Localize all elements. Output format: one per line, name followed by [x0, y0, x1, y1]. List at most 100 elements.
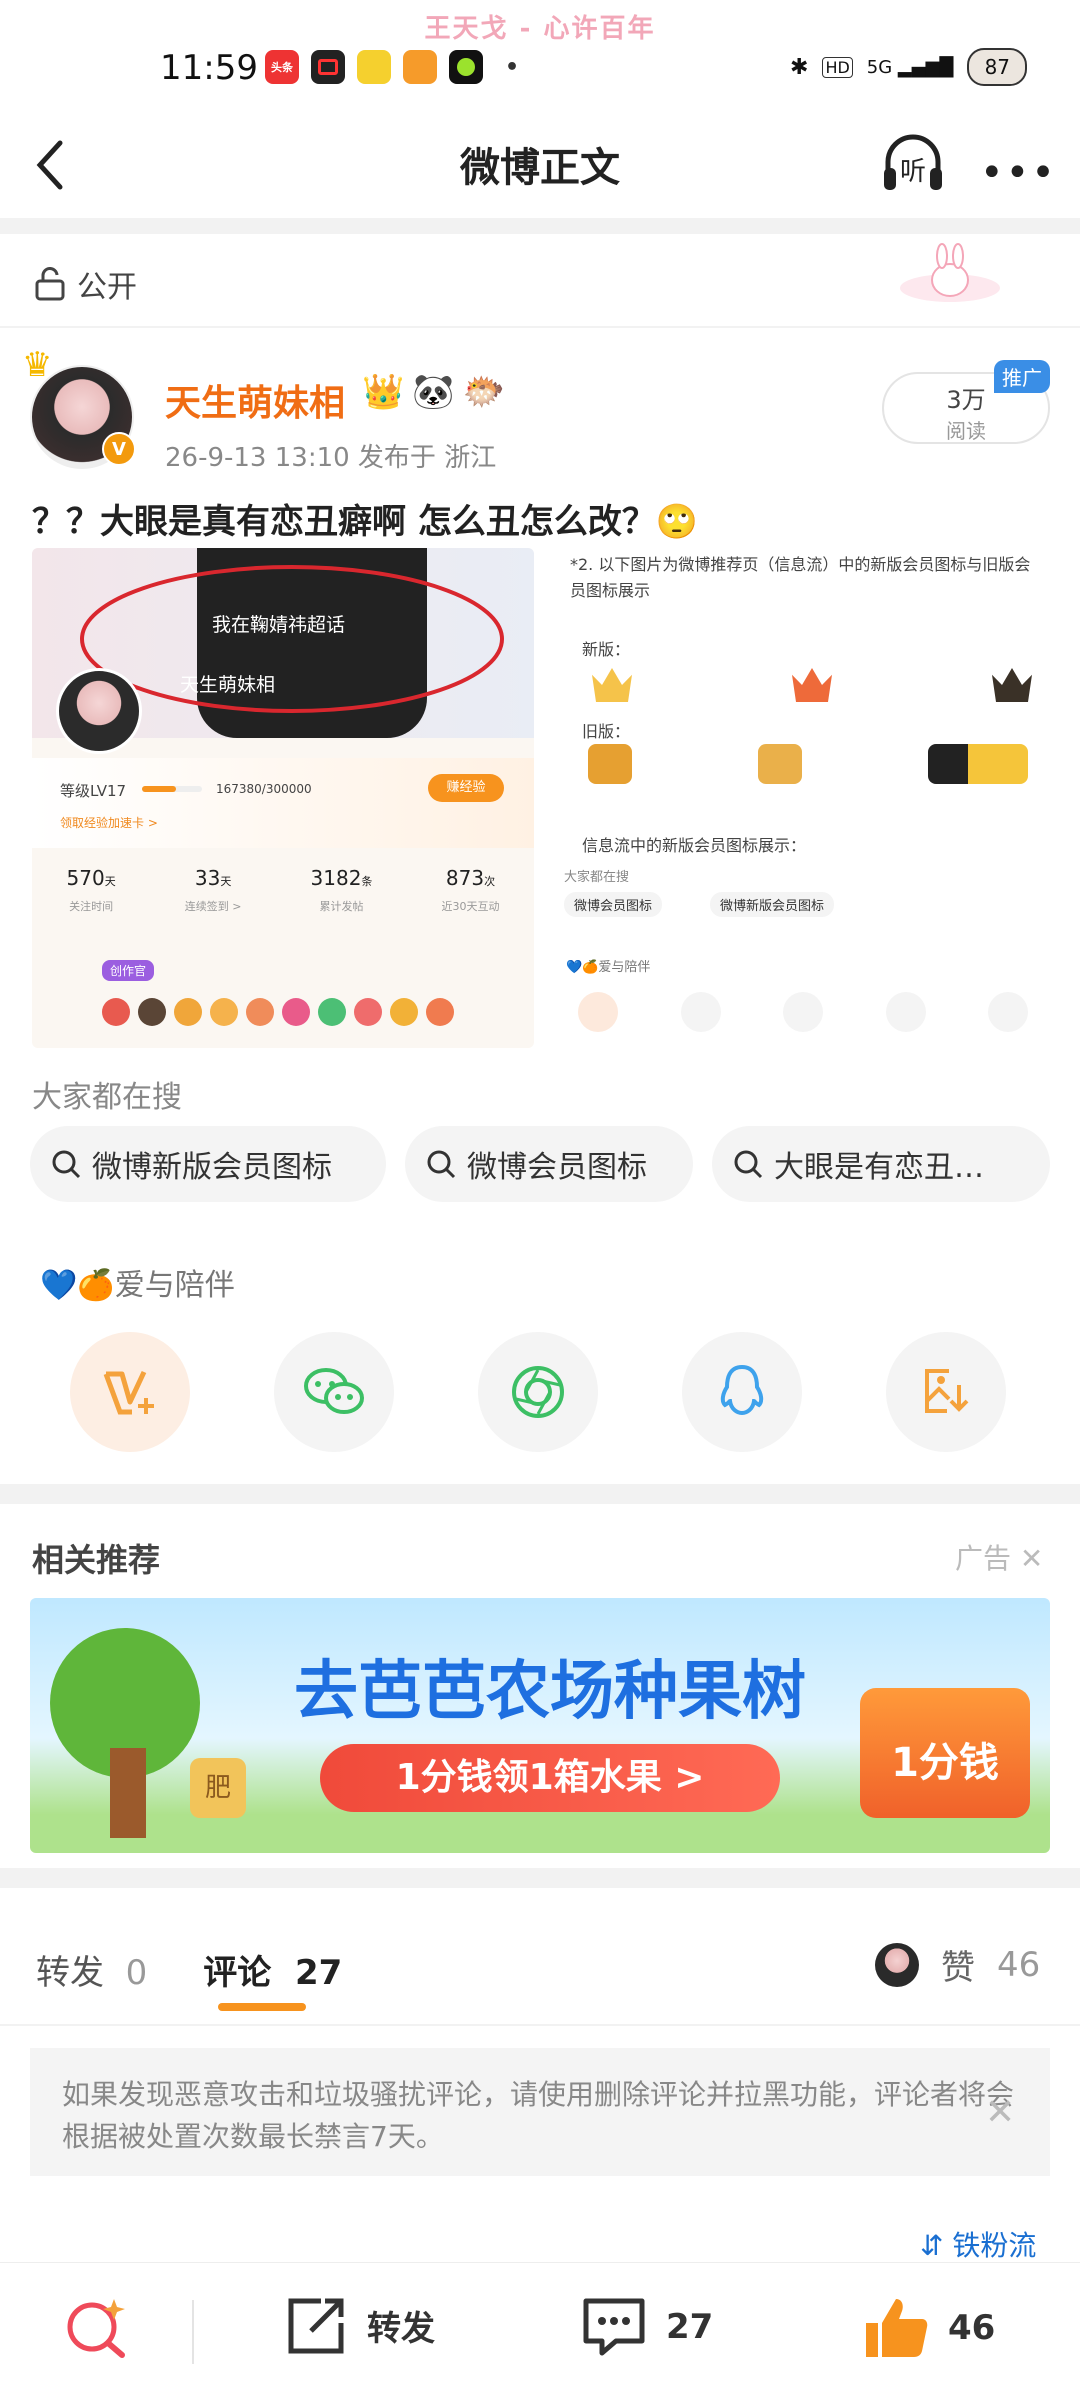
hd-icon: HD	[822, 56, 853, 78]
fertilizer-pot: 肥	[190, 1758, 246, 1818]
feedback-tabs: 转发 0 评论 27	[36, 1945, 342, 1994]
banner-title: 去芭芭农场种果树	[294, 1655, 806, 1729]
img2-search-label: 大家都在搜	[564, 870, 630, 885]
shop-app-icon	[403, 50, 437, 84]
video-app-icon	[311, 50, 345, 84]
battery-icon: 87	[967, 48, 1028, 86]
img2-note: *2. 以下图片为微博推荐页（信息流）中的新版会员图标与旧版会员图标展示	[570, 555, 1031, 600]
visibility-row: 公开	[35, 262, 137, 306]
more-notifications-icon: •	[504, 54, 520, 80]
new-badges	[592, 668, 1032, 702]
listen-label: 听	[900, 157, 926, 187]
img1-avatar	[56, 668, 142, 754]
vip-share-button[interactable]	[70, 1332, 190, 1452]
ring-text: 我在鞠婧祎超话	[212, 614, 346, 636]
exp-text: 167380/300000	[216, 782, 312, 796]
panda-icon: 🐼	[412, 372, 455, 412]
active-tab-indicator	[218, 2003, 306, 2011]
liker-avatar	[875, 1942, 919, 1987]
fish-icon: 🐡	[462, 372, 506, 412]
lock-open-icon	[35, 267, 65, 301]
comment-action[interactable]: 27	[580, 2295, 713, 2359]
section-divider	[0, 1484, 1080, 1504]
wechat-icon	[304, 1368, 364, 1414]
close-icon[interactable]: ✕	[985, 2092, 1015, 2133]
verified-icon: V	[102, 432, 136, 466]
hot-search-chip-3[interactable]: 大眼是有恋丑…	[712, 1126, 1050, 1202]
hot-search-chip-2[interactable]: 微博会员图标	[405, 1126, 693, 1202]
fans-flow-button[interactable]: ⇵ 铁粉流	[920, 2224, 1036, 2264]
share-icon	[288, 2298, 344, 2354]
search-icon	[427, 1150, 456, 1179]
ad-banner[interactable]: 肥 去芭芭农场种果树 1分钱领1箱水果 > 1分钱	[30, 1598, 1050, 1853]
toutiao-icon: 头条	[265, 50, 299, 84]
sort-icon: ⇵	[920, 2229, 944, 2262]
thin-divider	[0, 2024, 1080, 2026]
bluetooth-icon: ✱	[790, 54, 809, 80]
bunny-decoration-icon	[900, 243, 1000, 302]
watermark: 王天戈 - 心许百年	[424, 14, 656, 44]
author-badges: 👑 🐼 🐡	[362, 372, 505, 412]
recommend-title: 相关推荐	[32, 1541, 161, 1579]
status-time: 11:59	[160, 48, 258, 88]
creator-tag: 创作官	[102, 960, 155, 981]
more-button[interactable]: •••	[980, 150, 1057, 196]
save-image-icon	[925, 1369, 969, 1413]
promo-badge[interactable]: 推广	[994, 360, 1050, 393]
thin-divider	[0, 326, 1080, 328]
tab-comments[interactable]: 评论 27	[203, 1945, 342, 1994]
search-icon	[734, 1150, 763, 1179]
listen-icon[interactable]: 听	[878, 128, 948, 198]
search-action[interactable]	[62, 2295, 132, 2359]
post-text: ？？大眼是真有恋丑癖啊 怎么丑怎么改？🙄	[32, 502, 699, 542]
status-right: ✱ HD 5G ▂▄▆█ 87	[790, 48, 1028, 86]
img2-chip-2: 微博新版会员图标	[710, 892, 835, 917]
exp-link: 领取经验加速卡 >	[60, 816, 158, 830]
comment-icon	[583, 2298, 645, 2356]
like-action[interactable]: 46	[862, 2295, 995, 2361]
crown-icon: ♛	[22, 345, 53, 385]
close-icon[interactable]: ✕	[1020, 1542, 1043, 1575]
hot-search-chip-1[interactable]: 微博新版会员图标	[30, 1126, 386, 1202]
search-icon	[52, 1150, 81, 1179]
moments-icon	[512, 1366, 564, 1418]
love-label: 💙🍊爱与陪伴	[40, 1268, 235, 1303]
name-tag: 天生萌妹相	[180, 674, 276, 696]
qq-button[interactable]	[682, 1332, 802, 1452]
img2-love: 💙🍊爱与陪伴	[566, 960, 651, 975]
feed-label: 信息流中的新版会员图标展示：	[582, 836, 807, 855]
author-name[interactable]: 天生萌妹相	[165, 374, 345, 426]
post-image-2[interactable]: *2. 以下图片为微博推荐页（信息流）中的新版会员图标与旧版会员图标展示 新版：…	[552, 548, 1052, 1048]
signal-icon: 5G ▂▄▆█	[866, 56, 954, 78]
medal-row	[102, 998, 454, 1026]
ai-search-icon	[67, 2299, 125, 2358]
hot-search-title: 大家都在搜	[32, 1080, 182, 1115]
old-label: 旧版：	[582, 722, 631, 741]
post-image-1[interactable]: 我在鞠婧祎超话 天生萌妹相 等级LV17 167380/300000 赚经验 领…	[32, 548, 534, 1048]
new-label: 新版：	[582, 640, 631, 659]
vip-share-icon	[103, 1370, 154, 1415]
tab-repost[interactable]: 转发 0	[36, 1945, 147, 1994]
moments-button[interactable]	[478, 1332, 598, 1452]
save-image-button[interactable]	[886, 1332, 1006, 1452]
vip-crown-icon: 👑	[362, 372, 405, 412]
post-meta: 26-9-13 13:10 发布于 浙江	[165, 443, 497, 473]
thumbs-up-icon	[866, 2299, 928, 2357]
level-text: 等级LV17	[60, 782, 127, 800]
comment-notice: 如果发现恶意攻击和垃圾骚扰评论，请使用删除评论并拉黑功能，评论者将会根据被处置次…	[30, 2048, 1050, 2176]
status-app-icons: 头条 •	[265, 50, 529, 84]
img2-chip-1: 微博会员图标	[564, 892, 663, 917]
exp-button: 赚经验	[428, 774, 504, 802]
wechat-button[interactable]	[274, 1332, 394, 1452]
repost-action[interactable]: 转发	[285, 2295, 435, 2355]
ad-label[interactable]: 广告 ✕	[955, 1537, 1043, 1577]
green-app-icon	[449, 50, 483, 84]
section-divider	[0, 218, 1080, 234]
game-app-icon	[357, 50, 391, 84]
visibility-label: 公开	[77, 270, 137, 305]
tab-likes[interactable]: 赞 46	[875, 1940, 1040, 1989]
bottom-divider	[192, 2300, 194, 2364]
qq-icon	[720, 1364, 764, 1416]
img2-share-row	[578, 992, 1028, 1032]
old-badges	[588, 744, 1028, 784]
